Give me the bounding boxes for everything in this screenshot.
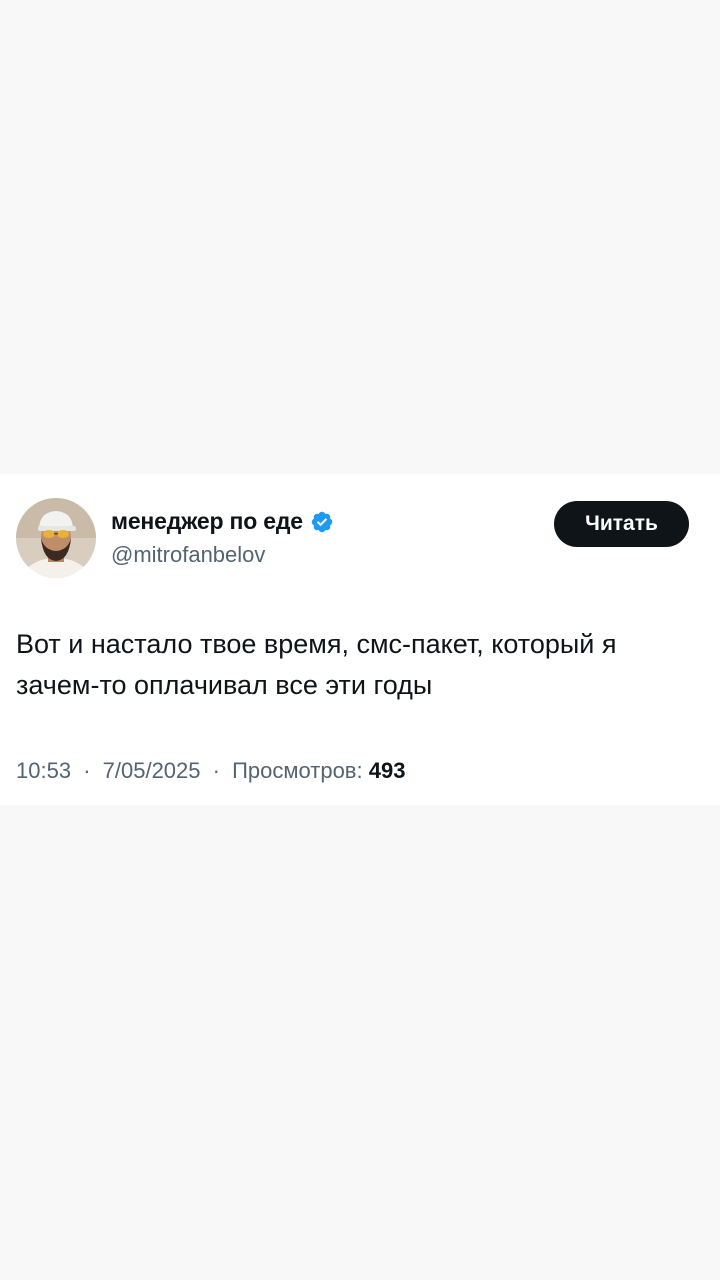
author-avatar[interactable] <box>16 498 96 578</box>
author-name-row[interactable]: менеджер по еде <box>111 508 334 535</box>
tweet-date[interactable]: 7/05/2025 <box>103 758 201 783</box>
author-display-name[interactable]: менеджер по еде <box>111 508 303 535</box>
views-label: Просмотров: <box>232 758 363 783</box>
follow-button[interactable]: Читать <box>554 501 689 547</box>
profile-photo-icon <box>16 498 96 578</box>
tweet-time[interactable]: 10:53 <box>16 758 71 783</box>
tweet-text: Вот и настало твое время, смс-пакет, кот… <box>16 629 617 700</box>
meta-separator: · <box>83 758 91 783</box>
verified-badge-icon <box>310 510 334 534</box>
author-handle[interactable]: @mitrofanbelov <box>111 542 265 568</box>
tweet-card: менеджер по еде @mitrofanbelov Читать Во… <box>0 474 720 805</box>
views-count: 493 <box>368 758 406 783</box>
meta-separator: · <box>212 758 220 783</box>
tweet-meta: 10:53 · 7/05/2025 · Просмотров: 493 <box>16 758 405 784</box>
